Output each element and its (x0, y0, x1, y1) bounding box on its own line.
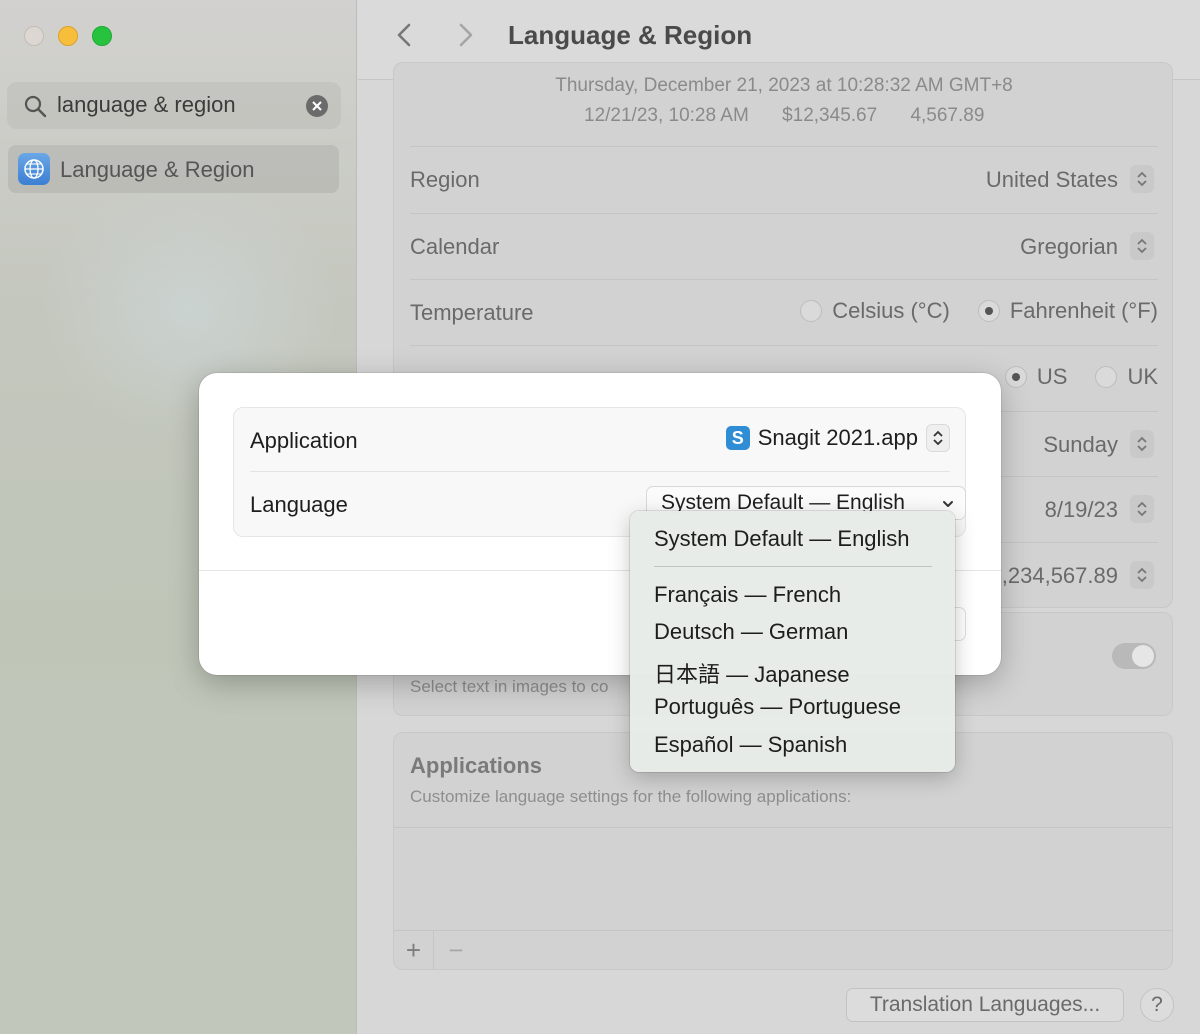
menu-item-japanese[interactable]: 日本語 — Japanese (654, 657, 850, 689)
region-label: Region (410, 167, 480, 192)
calendar-row: Calendar Gregorian (410, 213, 1158, 279)
temperature-radio-group: Celsius (°C) Fahrenheit (°F) (800, 298, 1158, 324)
measurement-radio-group: US UK (1004, 364, 1158, 390)
clear-search-icon[interactable] (306, 95, 328, 117)
page-title: Language & Region (508, 20, 753, 50)
help-button[interactable]: ? (1140, 988, 1174, 1022)
up-down-chevron-icon[interactable] (1130, 165, 1154, 193)
up-down-chevron-icon[interactable] (1130, 232, 1154, 260)
date-format-value[interactable]: 8/19/23 (1045, 497, 1118, 523)
application-row: Application S Snagit 2021.app (250, 408, 950, 472)
window-close-button[interactable] (24, 26, 44, 46)
globe-icon (18, 153, 50, 185)
applications-title: Applications (410, 753, 543, 778)
window-minimize-button[interactable] (58, 26, 78, 46)
menu-item-portuguese[interactable]: Português — Portuguese (654, 694, 901, 720)
menu-separator (654, 566, 932, 567)
calendar-value[interactable]: Gregorian (1020, 234, 1118, 260)
sidebar-item-language-region[interactable]: Language & Region (8, 145, 339, 193)
celsius-radio[interactable]: Celsius (°C) (800, 298, 950, 324)
live-text-toggle[interactable] (1112, 643, 1156, 669)
live-text-description: Select text in images to co (410, 677, 609, 696)
applications-list[interactable] (394, 827, 1172, 931)
add-application-button[interactable]: + (394, 931, 434, 969)
remove-application-button[interactable]: − (436, 931, 476, 969)
radio-dot[interactable] (1095, 366, 1118, 388)
menu-item-system-default[interactable]: System Default — English (654, 526, 910, 552)
radio-dot[interactable] (1004, 366, 1027, 388)
application-label: Application (250, 428, 358, 453)
snagit-app-icon: S (725, 426, 750, 450)
translation-languages-button[interactable]: Translation Languages... (846, 988, 1124, 1022)
fahrenheit-radio[interactable]: Fahrenheit (°F) (977, 298, 1158, 324)
sidebar-item-label: Language & Region (60, 157, 255, 182)
temperature-row: Temperature Celsius (°C) Fahrenheit (°F) (410, 279, 1158, 345)
sidebar-search[interactable] (7, 82, 341, 129)
us-radio[interactable]: US (1004, 364, 1068, 390)
up-down-chevron-icon[interactable] (1130, 430, 1154, 458)
short-date-preview: 12/21/23, 10:28 AM (584, 105, 749, 126)
language-dropdown-menu: System Default — English Français — Fren… (630, 511, 955, 772)
search-input[interactable] (57, 90, 297, 120)
menu-item-french[interactable]: Français — French (654, 582, 841, 608)
radio-dot[interactable] (800, 300, 823, 322)
date-preview: Thursday, December 21, 2023 at 10:28:32 … (555, 75, 1013, 96)
number-preview: 4,567.89 (910, 105, 985, 126)
up-down-chevron-icon[interactable] (926, 424, 950, 452)
first-day-value[interactable]: Sunday (1043, 432, 1118, 458)
us-label: US (1036, 364, 1068, 389)
fahrenheit-label: Fahrenheit (°F) (1009, 298, 1158, 323)
number-format-value[interactable]: ,234,567.89 (1002, 563, 1118, 589)
radio-dot[interactable] (977, 300, 1000, 322)
menu-item-german[interactable]: Deutsch — German (654, 619, 848, 645)
chevron-down-icon (943, 501, 953, 507)
search-icon (24, 95, 47, 118)
calendar-label: Calendar (410, 234, 500, 259)
region-row: Region United States (410, 146, 1158, 212)
uk-radio[interactable]: UK (1095, 364, 1158, 390)
temperature-label: Temperature (410, 300, 534, 325)
application-value[interactable]: Snagit 2021.app (758, 425, 918, 451)
applications-subtitle: Customize language settings for the foll… (410, 787, 852, 806)
language-label: Language (250, 492, 348, 517)
currency-preview: $12,345.67 (782, 105, 878, 126)
uk-label: UK (1127, 364, 1158, 389)
format-preview: 12/21/23, 10:28 AM $12,345.67 4,567.89 (584, 105, 1012, 127)
up-down-chevron-icon[interactable] (1130, 561, 1154, 589)
menu-item-spanish[interactable]: Español — Spanish (654, 732, 847, 758)
forward-chevron-icon[interactable] (450, 20, 480, 50)
back-chevron-icon[interactable] (390, 20, 420, 50)
region-value[interactable]: United States (986, 167, 1118, 193)
up-down-chevron-icon[interactable] (1130, 495, 1154, 523)
application-popup[interactable]: S Snagit 2021.app (725, 424, 950, 452)
window-zoom-button[interactable] (92, 26, 112, 46)
celsius-label: Celsius (°C) (832, 298, 950, 323)
